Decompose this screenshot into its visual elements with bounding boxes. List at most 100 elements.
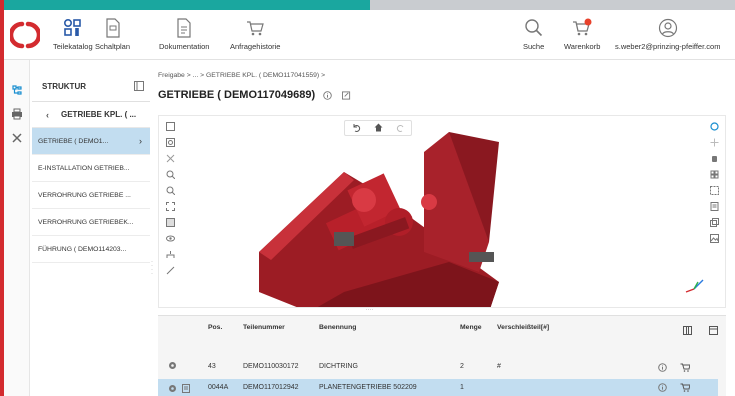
- col-qty[interactable]: Menge: [460, 324, 482, 331]
- user-avatar-icon: [658, 16, 678, 40]
- cell-name: DICHTRING: [319, 363, 358, 370]
- rotate-icon[interactable]: [709, 122, 719, 131]
- pan-icon[interactable]: [710, 138, 719, 147]
- column-settings-icon[interactable]: [683, 326, 692, 335]
- add-to-cart-icon[interactable]: [680, 363, 691, 374]
- table-header: Pos. Teilenummer Benennung Menge Verschl…: [158, 324, 726, 338]
- structure-panel: STRUKTUR ‹ GETRIEBE KPL. ( ... GETRIEBE …: [32, 72, 150, 272]
- app-window: Teilekatalog Schaltplan Dokumentation An…: [4, 10, 735, 396]
- user-email: s.weber2@prinzing-pfeiffer.com: [615, 42, 721, 51]
- breadcrumb[interactable]: Freigabe > ... > GETRIEBE KPL. ( DEMO117…: [158, 72, 325, 79]
- viewer-resize-handle[interactable]: ····: [4, 307, 735, 313]
- structure-item-label: E-INSTALLATION GETRIEB...: [38, 164, 130, 172]
- gear-icon[interactable]: [168, 361, 177, 372]
- hand-icon[interactable]: [710, 154, 719, 163]
- zoom-out-icon[interactable]: [166, 186, 175, 196]
- table-row[interactable]: 43 DEMO110030172 DICHTRING 2 #: [158, 356, 718, 378]
- structure-title: STRUKTUR: [42, 82, 86, 91]
- structure-item[interactable]: GETRIEBE ( DEMO1... ›: [32, 128, 150, 155]
- cell-qty: 1: [460, 384, 464, 391]
- cell-pos: 43: [208, 363, 216, 370]
- parts-table: Pos. Teilenummer Benennung Menge Verschl…: [158, 315, 726, 396]
- structure-parent-label: GETRIEBE KPL. ( ...: [61, 110, 137, 119]
- snapshot-icon[interactable]: [165, 138, 175, 147]
- decorative-gray-band: [370, 0, 735, 10]
- cell-wear: #: [497, 363, 501, 370]
- structure-item-label: VERROHRUNG GETRIEBE ...: [38, 191, 131, 199]
- search-icon: [524, 16, 544, 40]
- nav-search[interactable]: Suche: [523, 16, 544, 51]
- model-viewer[interactable]: [158, 115, 726, 308]
- viewer-right-toolbar: [707, 122, 721, 243]
- frame-icon[interactable]: [165, 202, 175, 211]
- visibility-icon[interactable]: [165, 234, 175, 243]
- info-icon[interactable]: [658, 383, 667, 394]
- viewer-left-toolbar: [163, 122, 177, 275]
- nav-anfragehistorie[interactable]: Anfragehistorie: [230, 16, 280, 51]
- chevron-right-icon[interactable]: ›: [139, 136, 142, 146]
- cell-pos: 0044A: [208, 384, 229, 391]
- fit-view-icon[interactable]: [165, 122, 175, 131]
- structure-item[interactable]: VERROHRUNG GETRIEBE ...: [32, 182, 150, 209]
- image-icon[interactable]: [709, 234, 719, 243]
- panel-resize-handle[interactable]: · · · ·: [151, 259, 154, 280]
- export-table-icon[interactable]: [709, 326, 718, 335]
- nav-cart[interactable]: Warenkorb: [564, 16, 600, 51]
- hierarchy-icon[interactable]: [166, 250, 175, 259]
- tools-icon[interactable]: [11, 132, 23, 144]
- nav-label: Dokumentation: [159, 42, 210, 51]
- info-icon[interactable]: [323, 91, 332, 102]
- chevron-left-icon: ‹: [46, 109, 49, 120]
- copy-icon[interactable]: [709, 218, 719, 227]
- edit-note-icon[interactable]: [342, 91, 351, 102]
- col-wear-part[interactable]: Verschleißteil[#]: [497, 324, 549, 331]
- structure-parent-back[interactable]: ‹ GETRIEBE KPL. ( ...: [32, 102, 150, 128]
- title-actions: [323, 91, 351, 102]
- nav-teilekatalog[interactable]: Teilekatalog: [53, 16, 93, 51]
- cell-name: PLANETENGETRIEBE 502209: [319, 384, 417, 391]
- structure-item[interactable]: VERROHRUNG GETRIEBEK...: [32, 209, 150, 236]
- gearbox-3d-model: [259, 132, 499, 307]
- section-icon[interactable]: [165, 218, 175, 227]
- add-to-cart-icon[interactable]: [680, 383, 691, 394]
- cell-part-number: DEMO117012942: [243, 384, 299, 391]
- explode-icon[interactable]: [166, 154, 175, 163]
- nav-label: Teilekatalog: [53, 42, 93, 51]
- structure-item[interactable]: FÜHRUNG ( DEMO114203...: [32, 236, 150, 263]
- info-icon[interactable]: [658, 363, 667, 374]
- document-icon[interactable]: [710, 202, 719, 211]
- left-toolbar: [4, 60, 30, 396]
- cart-icon: [571, 16, 593, 40]
- document-icon[interactable]: [182, 384, 190, 395]
- grid-icon[interactable]: [710, 170, 719, 179]
- decorative-teal-band: [0, 0, 370, 10]
- structure-item-label: VERROHRUNG GETRIEBEK...: [38, 218, 134, 226]
- col-name[interactable]: Benennung: [319, 324, 356, 331]
- col-pos[interactable]: Pos.: [208, 324, 222, 331]
- catalog-icon: [63, 16, 83, 40]
- measure-icon[interactable]: [166, 266, 175, 275]
- select-icon[interactable]: [709, 186, 719, 195]
- gear-icon[interactable]: [168, 384, 177, 395]
- collapse-panel-icon[interactable]: [134, 80, 144, 93]
- top-header: Teilekatalog Schaltplan Dokumentation An…: [4, 10, 735, 60]
- print-icon[interactable]: [11, 108, 23, 120]
- user-account[interactable]: s.weber2@prinzing-pfeiffer.com: [615, 16, 720, 51]
- request-history-icon: [245, 16, 265, 40]
- nav-dokumentation[interactable]: Dokumentation: [159, 16, 209, 51]
- axis-triad-icon: [685, 279, 704, 293]
- structure-item-label: FÜHRUNG ( DEMO114203...: [38, 245, 127, 253]
- brand-logo-icon[interactable]: [8, 20, 42, 50]
- structure-item-label: GETRIEBE ( DEMO1...: [38, 137, 109, 145]
- nav-schaltplan[interactable]: Schaltplan: [95, 16, 130, 51]
- structure-tree-icon[interactable]: [11, 84, 23, 96]
- cell-part-number: DEMO110030172: [243, 363, 299, 370]
- structure-item[interactable]: E-INSTALLATION GETRIEB...: [32, 155, 150, 182]
- col-part-number[interactable]: Teilenummer: [243, 324, 285, 331]
- nav-label: Anfragehistorie: [230, 42, 281, 51]
- cart-label: Warenkorb: [564, 42, 601, 51]
- documentation-icon: [175, 16, 193, 40]
- zoom-in-icon[interactable]: [166, 170, 175, 180]
- table-row[interactable]: 0044A DEMO117012942 PLANETENGETRIEBE 502…: [158, 379, 718, 396]
- cell-qty: 2: [460, 363, 464, 370]
